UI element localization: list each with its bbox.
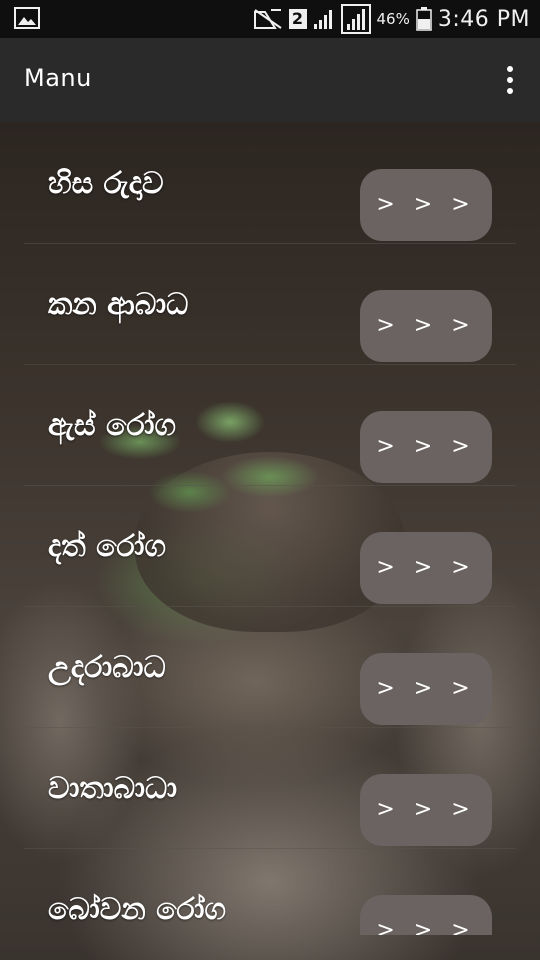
app-bar: Manu xyxy=(0,38,540,122)
overflow-menu-icon[interactable] xyxy=(498,60,522,100)
list-item: වාතාබාධා > > > xyxy=(24,727,516,849)
open-button[interactable]: > > > xyxy=(360,290,492,362)
no-signal-icon xyxy=(253,9,282,29)
list-item: හිස රුදාව > > > xyxy=(24,122,516,244)
list-item-label: වාතාබාධා xyxy=(48,771,178,806)
status-bar: 2 46% 3:46 PM xyxy=(0,0,540,38)
list-item: දත් රෝග > > > xyxy=(24,485,516,607)
battery-icon xyxy=(416,7,432,31)
list-item-label: උදරාබාධ xyxy=(48,650,166,685)
open-button[interactable]: > > > xyxy=(360,411,492,483)
clock: 3:46 PM xyxy=(437,6,530,32)
list-item-label: හිස රුදාව xyxy=(48,166,164,201)
list-item: ඇස් රෝග > > > xyxy=(24,364,516,486)
list-item-label: දත් රෝග xyxy=(48,529,166,564)
gallery-notification-icon xyxy=(14,7,40,29)
battery-percentage: 46% xyxy=(376,10,410,28)
list-item-label: බෝවන රෝග xyxy=(48,892,226,927)
open-button[interactable]: > > > xyxy=(360,169,492,241)
signal-strength-icon-2 xyxy=(340,4,371,34)
open-button[interactable]: > > > xyxy=(360,653,492,725)
open-button[interactable]: > > > xyxy=(360,532,492,604)
menu-list: හිස රුදාව > > > කන ආබාධ > > > ඇස් රෝග > … xyxy=(0,122,540,935)
app-title: Manu xyxy=(24,64,92,92)
list-item: බෝවන රෝග > > > xyxy=(24,848,516,935)
list-item-label: කන ආබාධ xyxy=(48,287,189,322)
list-item-label: ඇස් රෝග xyxy=(48,408,176,443)
signal-strength-icon xyxy=(313,10,332,29)
open-button[interactable]: > > > xyxy=(360,895,492,935)
open-button[interactable]: > > > xyxy=(360,774,492,846)
list-item: උදරාබාධ > > > xyxy=(24,606,516,728)
list-item: කන ආබාධ > > > xyxy=(24,243,516,365)
sim-indicator: 2 xyxy=(288,9,307,29)
